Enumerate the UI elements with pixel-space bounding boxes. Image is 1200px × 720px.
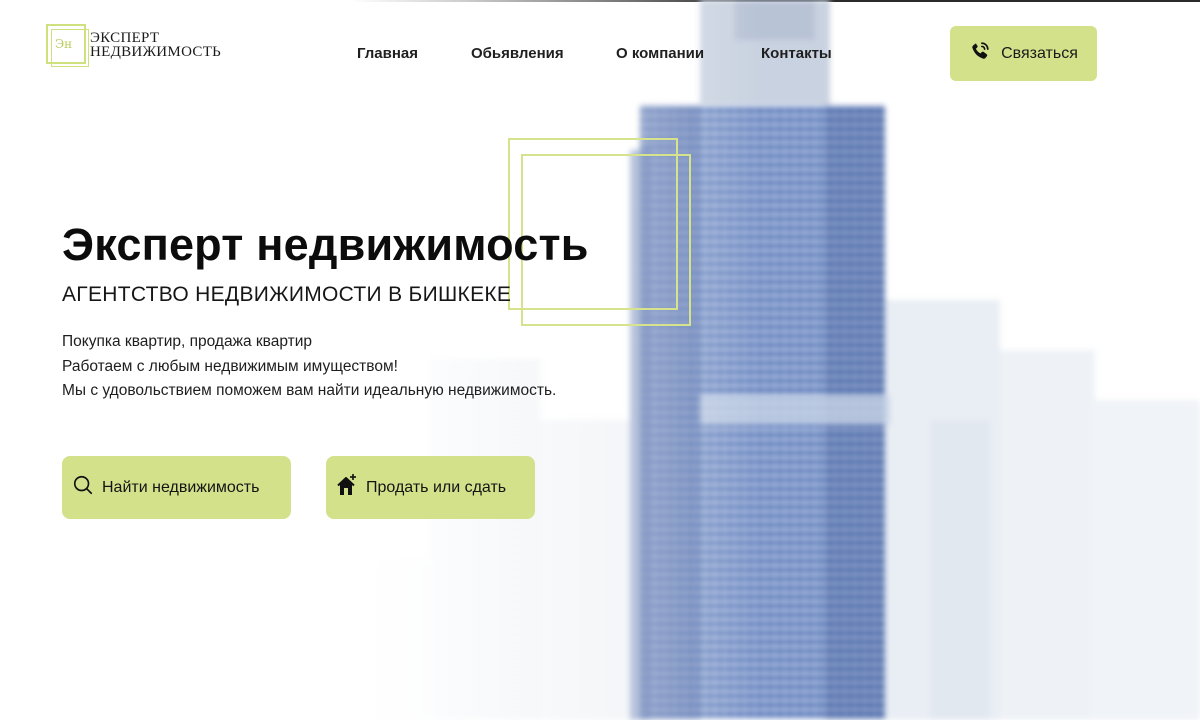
hero-title: Эксперт недвижимость: [62, 219, 589, 270]
hero-description-line: Мы с удовольствием поможем вам найти иде…: [62, 382, 557, 399]
sell-or-rent-button[interactable]: Продать или сдать: [326, 456, 535, 519]
house-plus-icon: [336, 473, 358, 502]
phone-icon: [969, 40, 991, 67]
logo-text-line2: НЕДВИЖИМОСТЬ: [90, 44, 222, 60]
find-property-button[interactable]: Найти недвижимость: [62, 456, 291, 519]
hero-subtitle: АГЕНТСТВО НЕДВИЖИМОСТИ В БИШКЕКЕ: [62, 283, 512, 306]
hero-description-line: Покупка квартир, продажа квартир: [62, 333, 313, 350]
search-icon: [72, 474, 94, 501]
sell-or-rent-label: Продать или сдать: [366, 478, 507, 496]
contact-button[interactable]: Связаться: [950, 26, 1097, 81]
find-property-label: Найти недвижимость: [102, 478, 260, 496]
nav-item-contacts[interactable]: Контакты: [761, 45, 832, 62]
nav-item-listings[interactable]: Обьявления: [471, 45, 564, 62]
hero-description-line: Работаем с любым недвижимым имуществом!: [62, 357, 398, 375]
hero-description: Покупка квартир, продажа квартир Работае…: [62, 330, 556, 404]
nav-item-home[interactable]: Главная: [357, 45, 418, 62]
logo-mark: Эн: [55, 37, 73, 51]
logo[interactable]: Эн ЭКСПЕРТ НЕДВИЖИМОСТЬ: [46, 22, 246, 70]
nav-item-about[interactable]: О компании: [616, 45, 704, 62]
contact-button-label: Связаться: [1001, 44, 1078, 62]
